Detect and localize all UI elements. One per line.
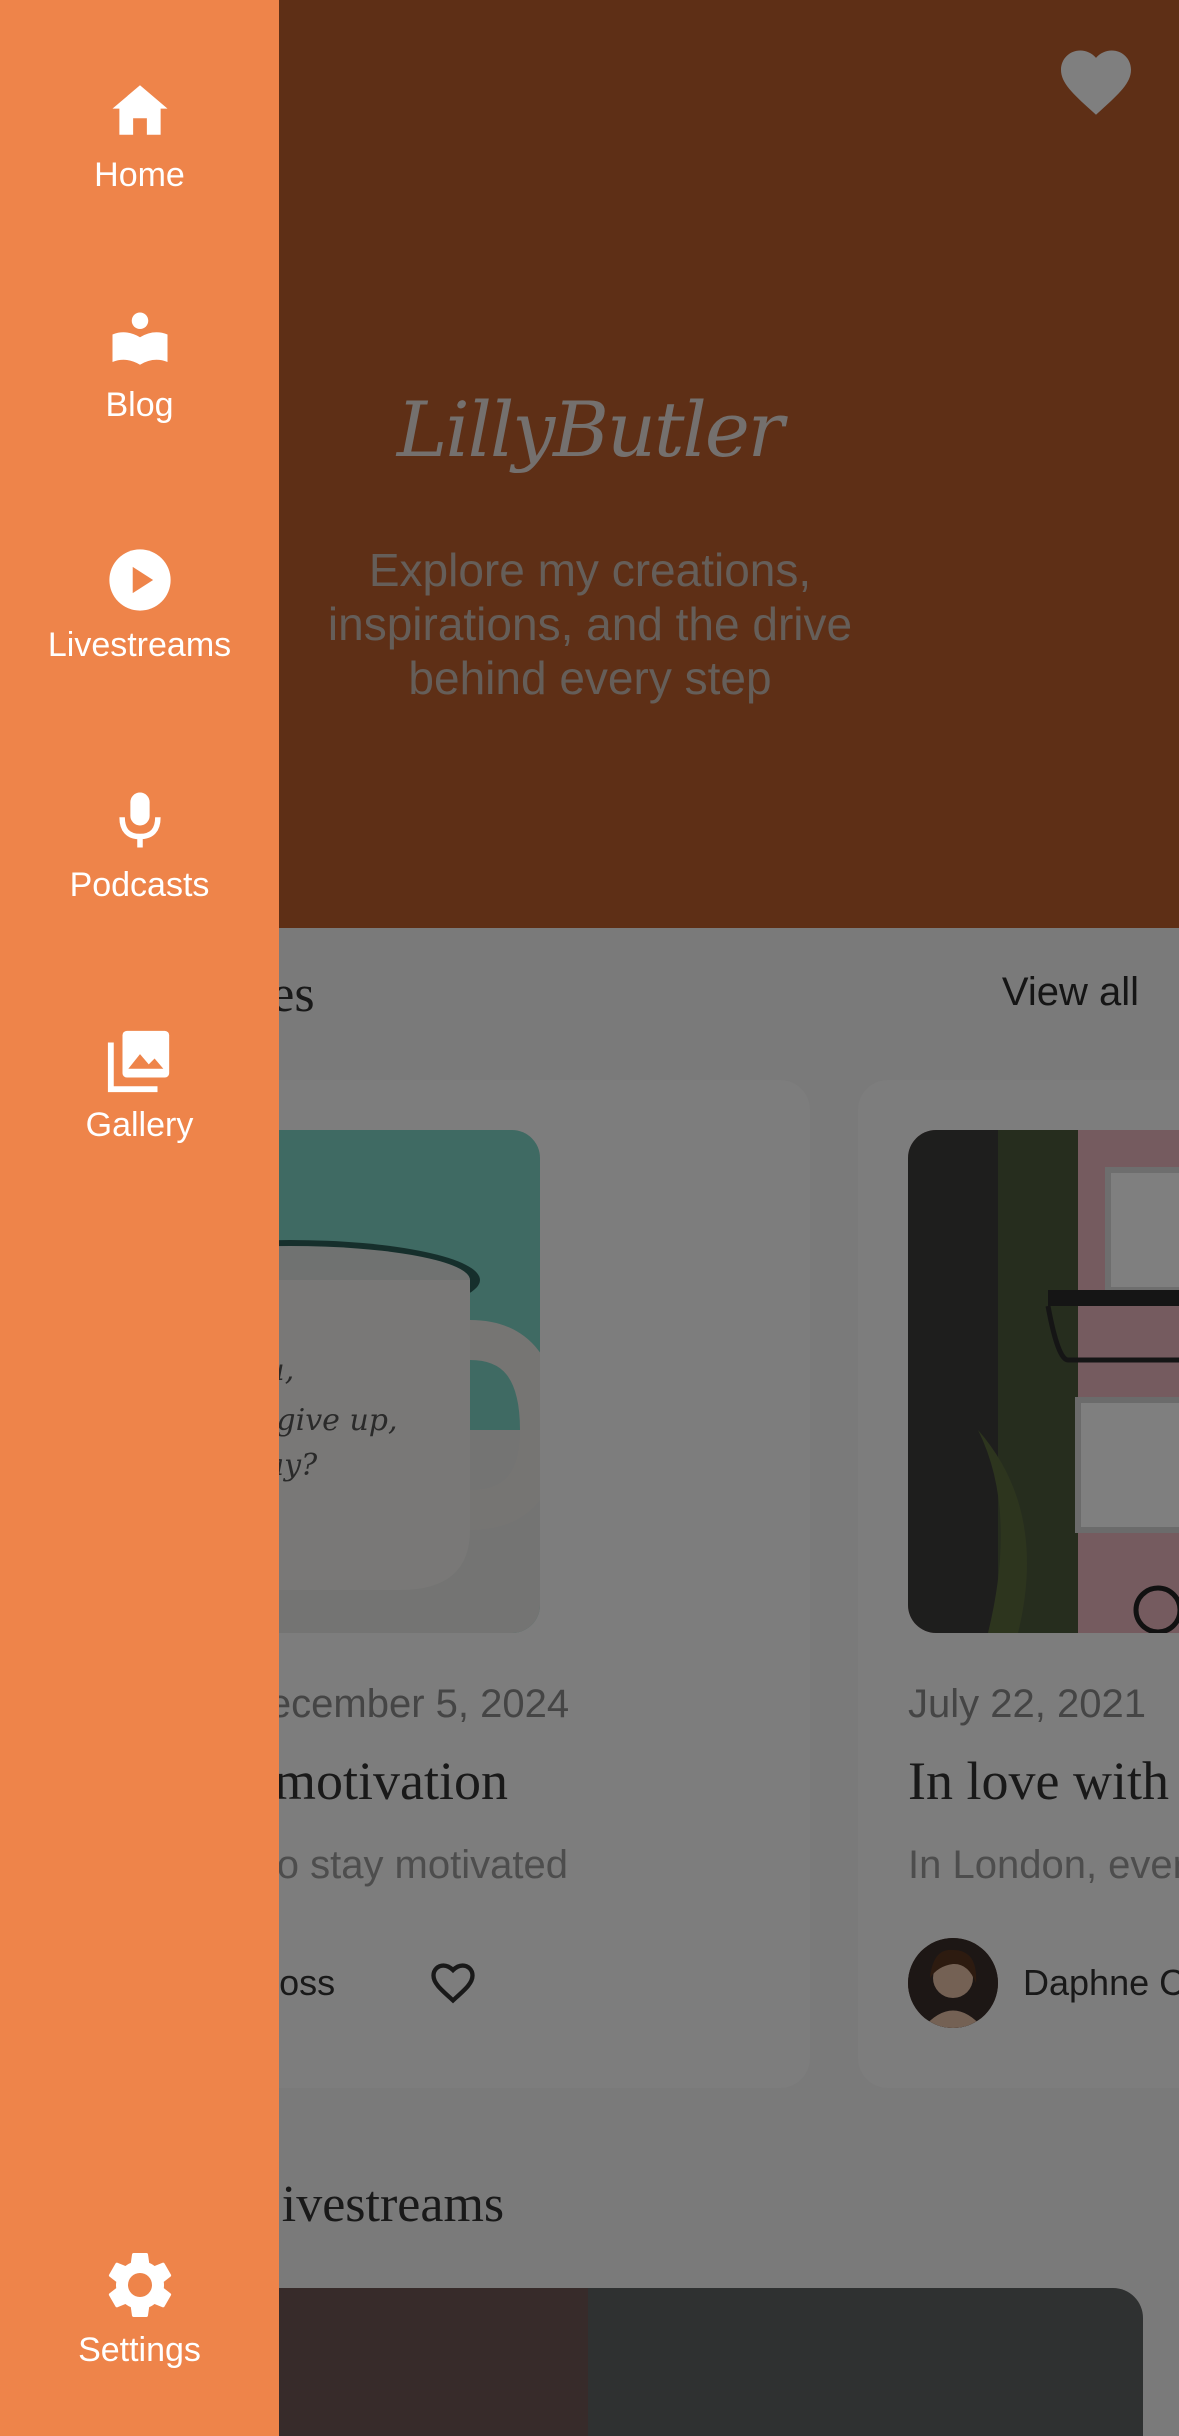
navigation-drawer: Home Blog Livestreams Podcasts Gallery S…	[0, 0, 279, 2436]
drawer-item-gallery[interactable]: Gallery	[0, 1020, 279, 1170]
drawer-item-label: Podcasts	[69, 866, 210, 904]
drawer-item-livestreams[interactable]: Livestreams	[0, 540, 279, 690]
drawer-item-home[interactable]: Home	[0, 70, 279, 220]
play-circle-icon	[100, 540, 180, 620]
drawer-item-label: Settings	[78, 2331, 201, 2369]
drawer-item-label: Blog	[105, 386, 174, 424]
drawer-item-blog[interactable]: Blog	[0, 300, 279, 450]
home-icon	[100, 70, 180, 150]
drawer-item-settings[interactable]: Settings	[0, 2245, 279, 2395]
gear-icon	[100, 2245, 180, 2325]
drawer-item-podcasts[interactable]: Podcasts	[0, 780, 279, 930]
book-reader-icon	[100, 300, 180, 380]
drawer-item-label: Livestreams	[47, 626, 232, 664]
drawer-item-label: Gallery	[85, 1106, 194, 1144]
photo-library-icon	[100, 1020, 180, 1100]
microphone-icon	[100, 780, 180, 860]
drawer-item-label: Home	[94, 156, 185, 194]
